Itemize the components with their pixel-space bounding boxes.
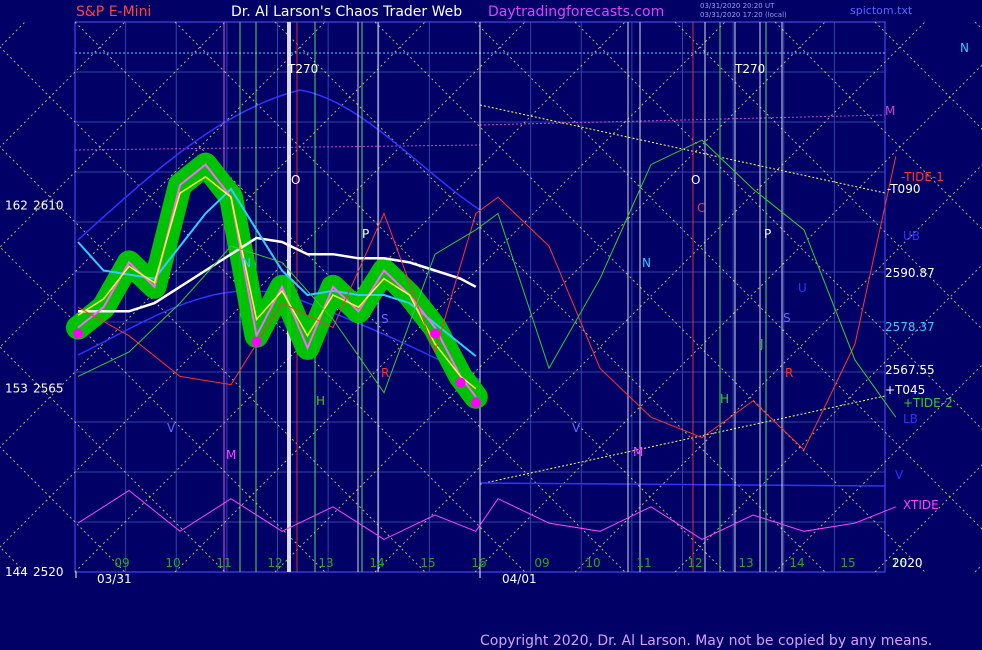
x-tick-hour: 11 <box>636 556 651 570</box>
cycle-marker: T270 <box>734 62 765 76</box>
gann-diagonal <box>774 21 982 230</box>
chaos-trader-chart: 162 2610 153 2565 144 2520 09 10 11 12 13 14 15 16 09 1… <box>0 21 982 586</box>
gann-diagonal <box>574 21 982 430</box>
cycle-marker: O <box>691 173 700 187</box>
symbol-title: S&P E-Mini <box>76 4 152 20</box>
x-tick-hour: 12 <box>687 556 702 570</box>
right-label: +T045 <box>885 383 925 397</box>
cycle-marker: O <box>291 173 300 187</box>
gann-diagonal <box>774 364 982 573</box>
x-tick-hour: 09 <box>114 556 129 570</box>
cycle-marker: S <box>381 312 389 326</box>
cycle-marker: R <box>381 366 389 380</box>
site-link[interactable]: Daytradingforecasts.com <box>488 4 664 20</box>
right-label: LB <box>903 412 918 426</box>
time-lines <box>223 22 783 572</box>
x-tick-hour: 09 <box>534 556 549 570</box>
x-tick-hour: 14 <box>369 556 384 570</box>
timestamp-2: 03/31/2020 17:20 (local) <box>700 11 787 19</box>
x-tick-hour: 13 <box>738 556 753 570</box>
tide1-line <box>77 156 897 451</box>
chart-grid <box>0 21 982 573</box>
cycle-marker: M <box>633 445 643 459</box>
x-tick-hour: 15 <box>840 556 855 570</box>
cycle-marker: T270 <box>287 62 318 76</box>
gann-diagonal <box>0 21 26 48</box>
y-tick-left: 153 <box>5 382 28 396</box>
pivot-dot <box>251 336 262 347</box>
pivot-dot <box>455 377 466 388</box>
gann-diagonal <box>974 21 982 30</box>
tunnel-band <box>66 152 488 409</box>
right-label: V <box>895 468 904 482</box>
cycle-marker: V <box>167 421 176 435</box>
x-tick-hour: 16 <box>471 556 486 570</box>
right-label: M <box>885 104 895 118</box>
cycle-marker: N <box>242 256 251 270</box>
x-tick-hour: 13 <box>318 556 333 570</box>
y-tick-price: 2610 <box>33 198 64 212</box>
cycle-marker: H <box>316 394 325 408</box>
price-level-label: 2567.55 <box>885 363 935 377</box>
y-tick-price: 2520 <box>33 565 64 579</box>
price-series <box>66 139 897 540</box>
cycle-marker: N <box>642 256 651 270</box>
right-label: N <box>960 41 969 55</box>
upper-band-left <box>77 89 481 241</box>
price-level-label: 2590.87 <box>885 266 935 280</box>
pivot-dot <box>470 397 481 408</box>
gann-diagonal <box>474 21 982 530</box>
gann-diagonal <box>574 164 982 573</box>
pivot-dot <box>73 328 83 339</box>
price-level-label: 2578.37 <box>885 320 935 334</box>
right-label: -T090 <box>887 182 920 196</box>
cycle-marker: J <box>759 337 764 351</box>
chart-title: Dr. Al Larson's Chaos Trader Web <box>231 4 463 20</box>
x-date-1: 03/31 <box>97 572 132 586</box>
cycle-marker: P <box>362 227 369 241</box>
gann-diagonal <box>0 46 526 573</box>
x-tick-hour: 10 <box>585 556 600 570</box>
x-date-2: 04/01 <box>502 572 537 586</box>
right-label: XTIDE <box>903 498 939 512</box>
x-tick-hour: 10 <box>165 556 180 570</box>
data-file: spictom.txt <box>850 4 913 17</box>
right-label: +TIDE-2 <box>903 396 953 410</box>
x-tick-hour: 14 <box>789 556 804 570</box>
cycle-marker: P <box>764 227 771 241</box>
xtide-line <box>77 489 896 540</box>
gann-diagonal <box>674 264 982 573</box>
cycle-marker: M <box>226 448 236 462</box>
pivot-dot <box>430 328 440 339</box>
channel-bands <box>77 89 886 487</box>
timestamp-1: 03/31/2020 20:20 UT <box>700 2 775 10</box>
copyright: Copyright 2020, Dr. Al Larson. May not b… <box>480 633 933 649</box>
y-tick-left: 162 <box>5 198 28 212</box>
cycle-marker: S <box>783 311 791 325</box>
cycle-marker: H <box>720 392 729 406</box>
y-tick-left: 144 <box>5 565 28 579</box>
gann-diagonal <box>474 64 982 573</box>
cycle-marker: V <box>572 421 581 435</box>
gann-diagonal <box>674 21 982 330</box>
x-tick-hour: 12 <box>267 556 282 570</box>
gann-diagonal <box>0 21 526 548</box>
gann-diagonal <box>0 546 26 573</box>
cycle-marker: U <box>798 281 807 295</box>
x-tick-hour: 11 <box>216 556 231 570</box>
x-tick-hour: 15 <box>420 556 435 570</box>
cycle-marker: C <box>697 201 705 215</box>
gann-diagonal <box>974 564 982 573</box>
right-label: UB <box>903 229 920 243</box>
right-label: 2020 <box>892 556 923 570</box>
cycle-marker: R <box>785 366 793 380</box>
y-tick-price: 2565 <box>33 382 64 396</box>
